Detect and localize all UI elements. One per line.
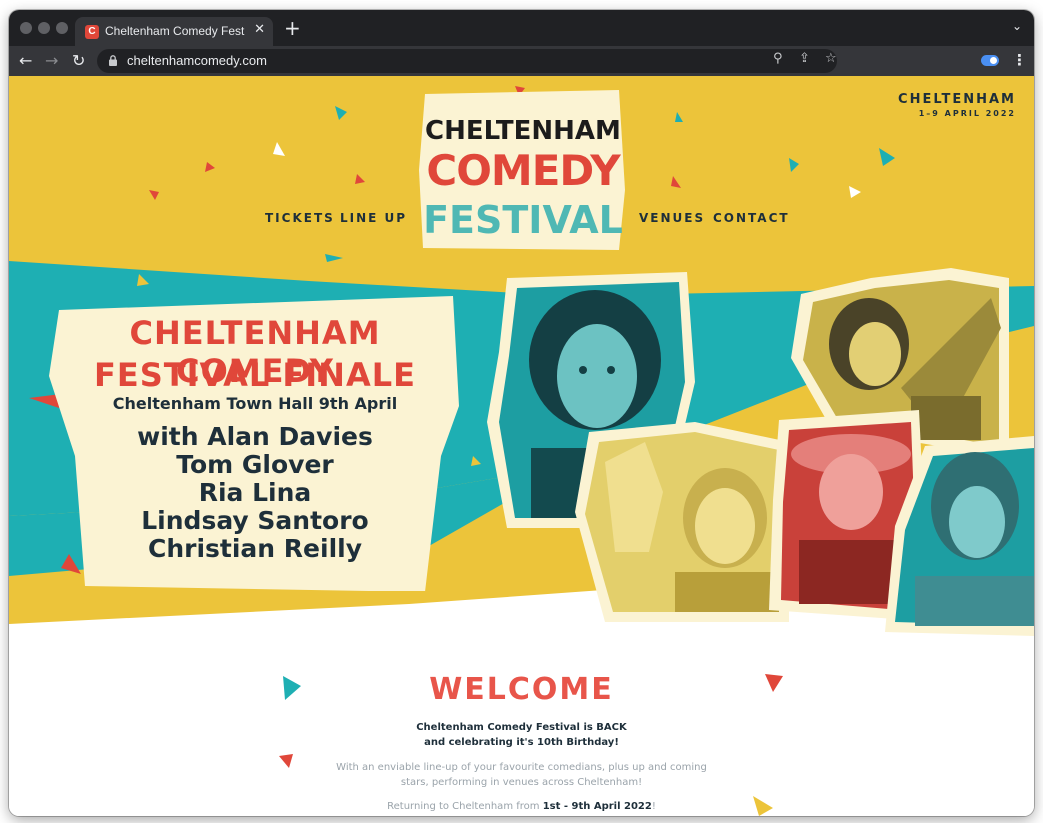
forward-icon[interactable]: → [45,51,58,70]
comedian-photo-blonde-woman [885,436,1034,636]
location-city: CHELTENHAM [898,92,1016,107]
tab-title: Cheltenham Comedy Festival: [105,24,245,38]
finale-venue-date: Cheltenham Town Hall 9th April [112,394,398,413]
tab-strip: C Cheltenham Comedy Festival: ✕ + ⌄ [9,10,1034,46]
lineup-performer: Lindsay Santoro [141,506,369,535]
toggle-extension-icon[interactable] [981,55,999,66]
returning-prefix: Returning to Cheltenham from [387,801,543,812]
lineup-performer: Tom Glover [176,450,334,479]
close-tab-icon[interactable]: ✕ [254,22,265,37]
browser-tab[interactable]: C Cheltenham Comedy Festival: ✕ [75,17,273,46]
minimize-window-icon[interactable] [38,22,50,34]
close-window-icon[interactable] [20,22,32,34]
welcome-intro-line1: Cheltenham Comedy Festival is BACK [416,722,627,733]
welcome-returning: Returning to Cheltenham from 1st - 9th A… [9,801,1034,812]
browser-window: C Cheltenham Comedy Festival: ✕ + ⌄ ← → … [9,10,1034,816]
welcome-intro-line2: and celebrating it's 10th Birthday! [424,737,619,748]
finale-promo-card[interactable]: CHELTENHAM COMEDY FESTIVAL FINALE Chelte… [49,296,461,591]
welcome-body-line2: stars, performing in venues across Chelt… [400,777,643,788]
back-icon[interactable]: ← [19,51,32,70]
maximize-window-icon[interactable] [56,22,68,34]
returning-dates: 1st - 9th April 2022 [542,801,652,812]
finale-title-line2: FESTIVAL FINALE [94,356,416,394]
favicon-icon: C [85,25,99,39]
welcome-body-line1: With an enviable line-up of your favouri… [336,762,707,773]
returning-suffix: ! [651,801,656,812]
logo-text-comedy: COMEDY [426,146,620,195]
tab-search-icon[interactable]: ⌄ [1012,19,1022,33]
festival-logo[interactable]: CHELTENHAM COMEDY FESTIVAL [419,90,627,252]
location-dates: CHELTENHAM 1–9 APRIL 2022 [898,92,1016,118]
lock-icon [109,55,117,66]
share-icon[interactable]: ⇪ [799,51,810,66]
logo-text-festival: FESTIVAL [423,198,623,242]
web-page: CHELTENHAM COMEDY FESTIVAL CHELTENHAM 1–… [9,76,1034,816]
lineup-performer: Christian Reilly [147,534,363,563]
lineup-performer: Ria Lina [198,478,312,507]
festival-dates: 1–9 APRIL 2022 [918,109,1016,118]
browser-toolbar: ← → ↻ cheltenhamcomedy.com ⚲ ⇪ ☆ ⋮ [9,46,1034,76]
nav-venues[interactable]: VENUES [639,211,705,225]
lineup-performer: with Alan Davies [137,422,373,451]
zoom-icon[interactable]: ⚲ [773,51,783,66]
nav-tickets[interactable]: TICKETS [265,211,335,225]
welcome-heading: WELCOME [429,672,614,707]
bookmark-star-icon[interactable]: ☆ [825,51,837,66]
url-text: cheltenhamcomedy.com [127,53,267,68]
browser-menu-icon[interactable]: ⋮ [1012,51,1027,69]
address-bar[interactable]: cheltenhamcomedy.com ⚲ ⇪ ☆ [97,49,837,73]
nav-contact[interactable]: CONTACT [713,211,790,225]
logo-text-cheltenham: CHELTENHAM [425,116,621,146]
new-tab-button[interactable]: + [284,16,301,40]
nav-lineup[interactable]: LINE UP [340,211,407,225]
reload-icon[interactable]: ↻ [72,51,85,70]
comedian-photo-hand-raised [575,422,789,622]
